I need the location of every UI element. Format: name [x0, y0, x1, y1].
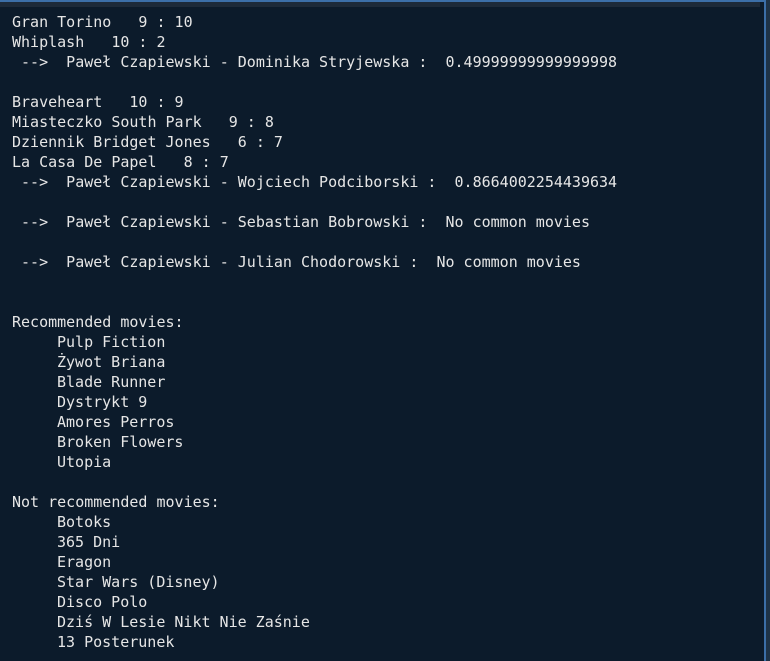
output-line: Braveheart 10 : 9	[12, 93, 184, 111]
recommended-item: Broken Flowers	[57, 433, 184, 451]
not-recommended-item: Eragon	[57, 553, 112, 571]
not-recommended-item: Disco Polo	[57, 593, 148, 611]
recommended-item: Dystrykt 9	[57, 393, 148, 411]
terminal-output: Gran Torino 9 : 10 Whiplash 10 : 2 --> P…	[12, 12, 760, 652]
recommended-item: Utopia	[57, 453, 112, 471]
not-recommended-heading: Not recommended movies:	[12, 493, 220, 511]
not-recommended-item: 13 Posterunek	[57, 633, 175, 651]
terminal-window[interactable]: Gran Torino 9 : 10 Whiplash 10 : 2 --> P…	[0, 0, 770, 661]
recommended-heading: Recommended movies:	[12, 313, 184, 331]
output-line: La Casa De Papel 8 : 7	[12, 153, 229, 171]
not-recommended-item: 365 Dni	[57, 533, 121, 551]
not-recommended-item: Dziś W Lesie Nikt Nie Zaśnie	[57, 613, 310, 631]
recommended-item: Żywot Briana	[57, 353, 166, 371]
recommended-item: Pulp Fiction	[57, 333, 166, 351]
output-line: Gran Torino 9 : 10	[12, 13, 193, 31]
not-recommended-item: Botoks	[57, 513, 112, 531]
recommended-item: Blade Runner	[57, 373, 166, 391]
output-line: Whiplash 10 : 2	[12, 33, 166, 51]
scrollbar[interactable]	[766, 0, 770, 661]
top-edge-strip	[0, 0, 760, 7]
not-recommended-item: Star Wars (Disney)	[57, 573, 220, 591]
recommended-item: Amores Perros	[57, 413, 175, 431]
similarity-result: --> Paweł Czapiewski - Julian Chodorowsk…	[12, 253, 581, 271]
similarity-result: --> Paweł Czapiewski - Dominika Stryjews…	[12, 53, 618, 71]
output-line: Dziennik Bridget Jones 6 : 7	[12, 133, 283, 151]
output-line: Miasteczko South Park 9 : 8	[12, 113, 274, 131]
similarity-result: --> Paweł Czapiewski - Wojciech Podcibor…	[12, 173, 618, 191]
similarity-result: --> Paweł Czapiewski - Sebastian Bobrows…	[12, 213, 590, 231]
